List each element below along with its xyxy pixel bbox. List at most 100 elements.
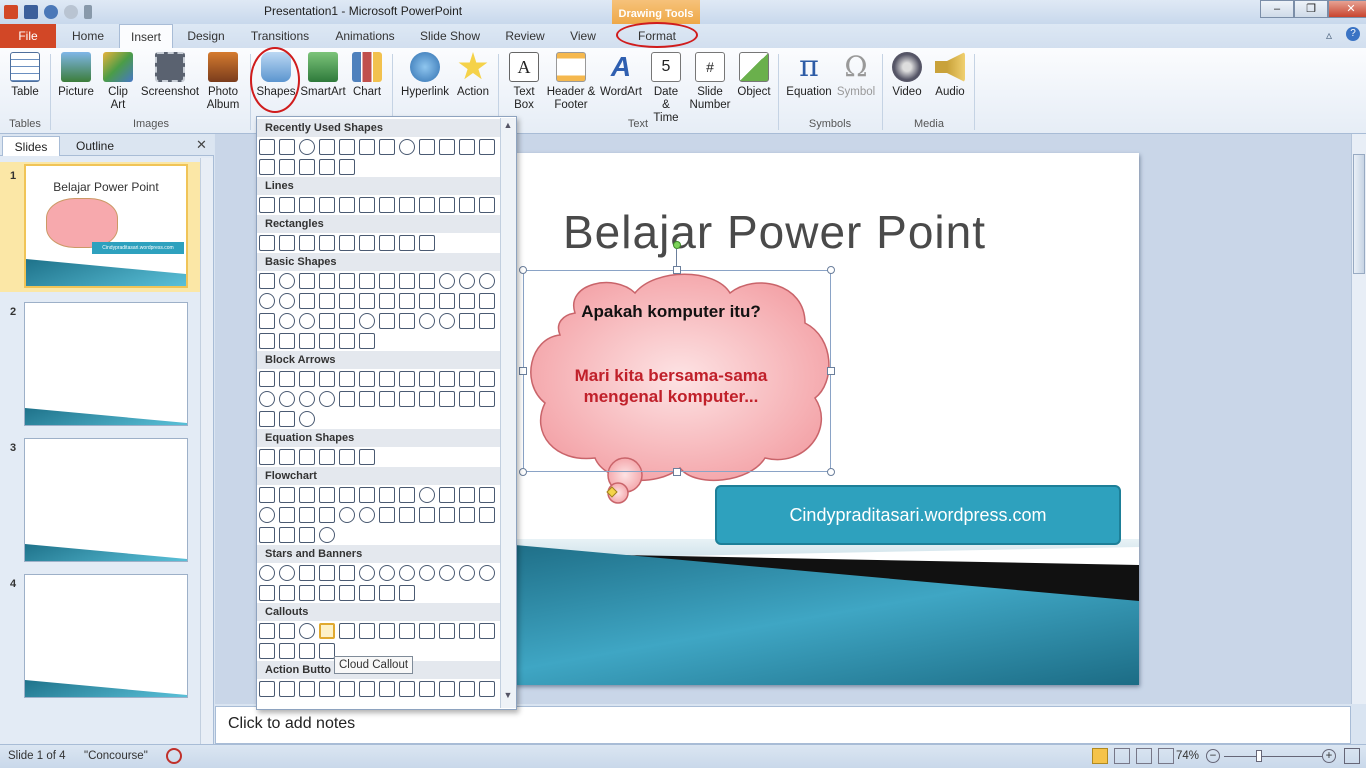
minus-shape-icon[interactable]	[279, 449, 295, 465]
flowchart-off-page-shape-icon[interactable]	[279, 507, 295, 523]
line-shape-icon[interactable]	[259, 197, 275, 213]
arc-shape-icon[interactable]	[339, 159, 355, 175]
up-ribbon-shape-icon[interactable]	[259, 585, 275, 601]
action-return-shape-icon[interactable]	[379, 681, 395, 697]
slide-sorter-icon[interactable]	[1114, 748, 1130, 764]
decagon-shape-icon[interactable]	[479, 273, 495, 289]
line-callout-accent-shape-icon[interactable]	[399, 623, 415, 639]
6-point-star-shape-icon[interactable]	[339, 565, 355, 581]
sun-shape-icon[interactable]	[419, 313, 435, 329]
arrow-line-shape-icon[interactable]	[279, 197, 295, 213]
action-home-shape-icon[interactable]	[339, 681, 355, 697]
action-sound-shape-icon[interactable]	[439, 681, 455, 697]
equal-shape-icon[interactable]	[339, 449, 355, 465]
action-document-shape-icon[interactable]	[419, 681, 435, 697]
normal-view-icon[interactable]	[1092, 748, 1108, 764]
16-point-star-shape-icon[interactable]	[439, 565, 455, 581]
quad-arrow-shape-icon[interactable]	[379, 371, 395, 387]
arrow-line-shape-icon[interactable]	[359, 139, 375, 155]
slide-show-icon[interactable]	[1158, 748, 1174, 764]
pie-shape-icon[interactable]	[279, 293, 295, 309]
triangle-shape-icon[interactable]	[439, 139, 455, 155]
text-box-shape-icon[interactable]	[259, 139, 275, 155]
explosion-shape-icon[interactable]	[259, 565, 275, 581]
multiply-shape-icon[interactable]	[299, 449, 315, 465]
photo-album-button[interactable]: Photo Album	[200, 52, 246, 112]
close-pane-icon[interactable]: ✕	[196, 137, 207, 153]
elbow-connector-shape-icon[interactable]	[339, 197, 355, 213]
flowchart-connector-shape-icon[interactable]	[259, 507, 275, 523]
round-rectangle-shape-icon[interactable]	[399, 235, 415, 251]
restore-button[interactable]: ❐	[1294, 0, 1328, 18]
curved-connector-shape-icon[interactable]	[419, 197, 435, 213]
line-callout-border-shape-icon[interactable]	[259, 643, 275, 659]
zoom-out-icon[interactable]: −	[1206, 749, 1220, 763]
rectangle-shape-icon[interactable]	[379, 139, 395, 155]
minimize-ribbon-icon[interactable]: ▵	[1326, 28, 1332, 42]
flowchart-extract-shape-icon[interactable]	[419, 507, 435, 523]
tab-slide-show[interactable]: Slide Show	[414, 24, 486, 48]
text-box-button[interactable]: A Text Box	[502, 52, 546, 112]
flowchart-card-shape-icon[interactable]	[299, 507, 315, 523]
flowchart-manual-operation-shape-icon[interactable]	[479, 487, 495, 503]
elbow-connector-shape-icon[interactable]	[359, 197, 375, 213]
line-callout-accent-shape-icon[interactable]	[439, 623, 455, 639]
tab-insert[interactable]: Insert	[119, 24, 173, 48]
smartart-button[interactable]: SmartArt	[300, 52, 346, 99]
block-arrow-shape-icon[interactable]	[279, 139, 295, 155]
line-callout-1-shape-icon[interactable]	[339, 623, 355, 639]
action-custom-shape-icon[interactable]	[479, 681, 495, 697]
vertical-scroll-shape-icon[interactable]	[339, 585, 355, 601]
chart-button[interactable]: Chart	[348, 52, 386, 99]
snip-rectangle-shape-icon[interactable]	[319, 235, 335, 251]
l-shape-icon[interactable]	[379, 293, 395, 309]
slide-thumbnail-2[interactable]	[24, 302, 188, 426]
octagon-shape-icon[interactable]	[459, 273, 475, 289]
oval-shape-icon[interactable]	[279, 273, 295, 289]
up-down-arrow-shape-icon[interactable]	[359, 371, 375, 387]
action-back-shape-icon[interactable]	[259, 681, 275, 697]
double-brace-shape-icon[interactable]	[279, 333, 295, 349]
line-callout-border-shape-icon[interactable]	[459, 623, 475, 639]
line-callout-no-border-shape-icon[interactable]	[299, 643, 315, 659]
line-callout-border-shape-icon[interactable]	[479, 623, 495, 639]
division-shape-icon[interactable]	[319, 449, 335, 465]
action-information-shape-icon[interactable]	[359, 681, 375, 697]
scribble-shape-icon[interactable]	[479, 197, 495, 213]
symbol-button[interactable]: Ω Symbol	[836, 52, 876, 99]
rectangular-callout-shape-icon[interactable]	[259, 623, 275, 639]
resize-handle[interactable]	[673, 266, 681, 274]
smiley-face-shape-icon[interactable]	[359, 313, 375, 329]
curved-left-arrow-shape-icon[interactable]	[279, 391, 295, 407]
curve-shape-icon[interactable]	[439, 197, 455, 213]
flowchart-display-shape-icon[interactable]	[319, 527, 335, 543]
pane-scrollbar[interactable]	[200, 158, 213, 744]
10-point-star-shape-icon[interactable]	[399, 565, 415, 581]
left-up-arrow-shape-icon[interactable]	[459, 371, 475, 387]
action-forward-shape-icon[interactable]	[279, 681, 295, 697]
left-right-arrow-callout-shape-icon[interactable]	[259, 411, 275, 427]
rounded-rectangular-callout-shape-icon[interactable]	[279, 623, 295, 639]
folded-corner-shape-icon[interactable]	[339, 313, 355, 329]
down-arrow-shape-icon[interactable]	[319, 371, 335, 387]
chord-shape-icon[interactable]	[299, 293, 315, 309]
freeform-shape-icon[interactable]	[459, 197, 475, 213]
action-button[interactable]: Action	[454, 52, 492, 99]
resize-handle[interactable]	[827, 367, 835, 375]
tab-design[interactable]: Design	[180, 24, 232, 48]
right-arrow-shape-icon[interactable]	[259, 371, 275, 387]
trapezoid-shape-icon[interactable]	[359, 273, 375, 289]
picture-button[interactable]: Picture	[54, 52, 98, 99]
flowchart-stored-data-shape-icon[interactable]	[459, 507, 475, 523]
resize-handle[interactable]	[519, 367, 527, 375]
pentagon-arrow-shape-icon[interactable]	[379, 391, 395, 407]
right-arrow-callout-shape-icon[interactable]	[419, 391, 435, 407]
scroll-down-icon[interactable]: ▼	[502, 690, 514, 704]
double-arrow-line-shape-icon[interactable]	[299, 197, 315, 213]
8-point-star-shape-icon[interactable]	[379, 565, 395, 581]
flowchart-or-shape-icon[interactable]	[359, 507, 375, 523]
flowchart-summing-junction-shape-icon[interactable]	[339, 507, 355, 523]
pentagon-shape-icon[interactable]	[399, 273, 415, 289]
round-rectangle-shape-icon[interactable]	[419, 235, 435, 251]
tab-slides[interactable]: Slides	[2, 136, 60, 156]
